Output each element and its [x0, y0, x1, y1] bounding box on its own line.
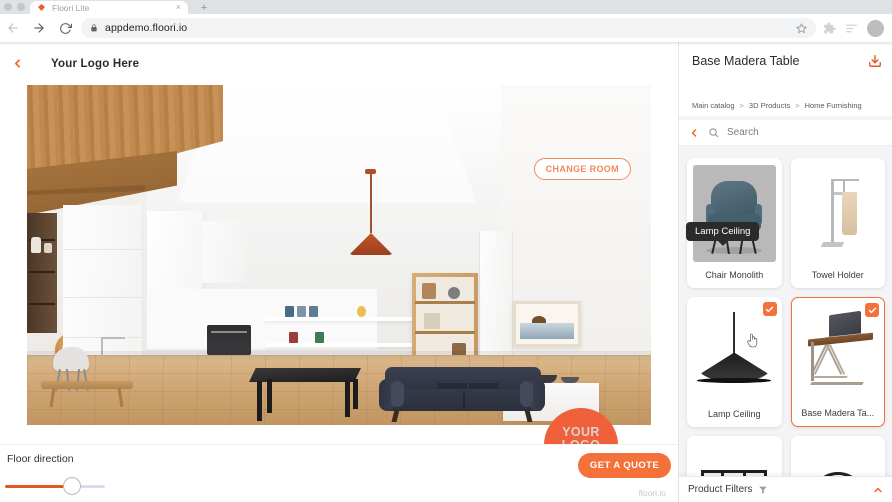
towel-holder-thumb: [796, 165, 879, 262]
product-card[interactable]: Towel Holder: [790, 158, 885, 288]
new-tab-button[interactable]: +: [196, 1, 212, 14]
floor-direction-label: Floor direction: [7, 453, 74, 465]
slider-thumb[interactable]: [63, 477, 81, 495]
chevron-up-icon[interactable]: [872, 484, 884, 496]
reload-icon[interactable]: [52, 15, 78, 41]
browser-tab[interactable]: Floori Lite ×: [30, 1, 188, 14]
dining-table-3d-model[interactable]: [249, 368, 361, 421]
search-icon: [708, 127, 719, 138]
breadcrumb-item-2[interactable]: Home Furnishing: [805, 101, 862, 110]
product-card-label: Base Madera Ta...: [801, 408, 875, 418]
browser-tabstrip: Floori Lite × +: [0, 0, 892, 14]
product-card[interactable]: [687, 436, 782, 478]
check-icon[interactable]: [865, 303, 879, 317]
lamp-ceiling-thumb: [693, 304, 776, 401]
floori-watermark: floori.io: [638, 488, 666, 498]
back-chevron-icon[interactable]: [7, 54, 27, 74]
slider-track-fill: [5, 485, 67, 488]
tab-title: Floori Lite: [52, 2, 90, 13]
reading-list-icon[interactable]: [845, 22, 858, 35]
breadcrumb-separator: >: [739, 100, 744, 110]
back-arrow-icon[interactable]: [0, 15, 26, 41]
get-a-quote-button[interactable]: GET A QUOTE: [578, 453, 671, 478]
left-shelf-unit: [27, 213, 57, 333]
base-madera-table-thumb: [796, 303, 880, 400]
search-input[interactable]: [727, 127, 857, 138]
lock-icon: [90, 23, 98, 33]
sofa-3d-model[interactable]: [379, 367, 545, 425]
change-room-button[interactable]: CHANGE ROOM: [533, 158, 631, 180]
funnel-icon[interactable]: [758, 485, 768, 495]
product-card-label: Lamp Ceiling: [707, 409, 761, 419]
download-icon[interactable]: [868, 54, 882, 73]
breadcrumb-item-0[interactable]: Main catalog: [692, 101, 735, 110]
viewer-bottom-bar: Floor direction GET A QUOTE floori.io: [0, 444, 678, 502]
check-icon[interactable]: [762, 302, 777, 316]
breadcrumb-item-1[interactable]: 3D Products: [749, 101, 790, 110]
panel-header: Base Madera Table: [679, 42, 892, 94]
page-title: Base Madera Table: [692, 54, 800, 68]
search-back-chevron-icon[interactable]: [688, 127, 700, 139]
room-scene: [27, 85, 651, 425]
window-dot[interactable]: [4, 3, 12, 11]
breadcrumb-separator: >: [795, 100, 800, 110]
star-icon[interactable]: [796, 22, 807, 34]
app-root: Your Logo Here CHANGE ROOM YOUR Floor di…: [0, 42, 892, 502]
avatar[interactable]: [867, 19, 884, 37]
wall-picture-frame: [513, 301, 581, 347]
product-filters-label: Product Filters: [688, 484, 753, 495]
product-card[interactable]: [790, 436, 885, 478]
product-filters-bar[interactable]: Product Filters: [679, 476, 892, 502]
catalog-panel: Base Madera Table Main catalog > 3D Prod…: [678, 42, 892, 502]
product-card-selected[interactable]: Base Madera Ta...: [790, 297, 885, 427]
arch-thumb: [796, 443, 879, 478]
breadcrumb: Main catalog > 3D Products > Home Furnis…: [679, 94, 892, 116]
floor-direction-slider[interactable]: [5, 477, 105, 495]
browser-toolbar: appdemo.floori.io: [0, 14, 892, 42]
close-icon[interactable]: ×: [176, 3, 181, 12]
wood-bench: [41, 381, 133, 408]
product-card-label: Chair Monolith: [705, 270, 764, 280]
product-card[interactable]: Lamp Ceiling: [687, 297, 782, 427]
viewer-header: Your Logo Here: [0, 42, 678, 85]
window-dot[interactable]: [17, 3, 25, 11]
product-card-label: Towel Holder: [811, 270, 864, 280]
product-tooltip: Lamp Ceiling: [686, 222, 760, 246]
window-controls[interactable]: [4, 3, 25, 11]
chair-thumb: [693, 165, 776, 262]
room-render-stage[interactable]: CHANGE ROOM: [27, 85, 651, 425]
cabinet-thumb: [693, 443, 776, 478]
toolbar-right: [823, 19, 892, 37]
product-grid: Chair Monolith Towel Holder Lamp Ceiling…: [679, 152, 892, 478]
logo-badge-line1: YOUR: [562, 424, 600, 439]
room-viewer: Your Logo Here CHANGE ROOM YOUR Floor di…: [0, 42, 678, 502]
puzzle-icon[interactable]: [823, 22, 836, 35]
floori-favicon: [37, 3, 46, 12]
omnibox[interactable]: appdemo.floori.io: [81, 18, 816, 38]
search-row: [679, 120, 892, 146]
forward-arrow-icon[interactable]: [26, 15, 52, 41]
brand-logo-text: Your Logo Here: [51, 57, 140, 70]
url-text: appdemo.floori.io: [105, 22, 188, 34]
